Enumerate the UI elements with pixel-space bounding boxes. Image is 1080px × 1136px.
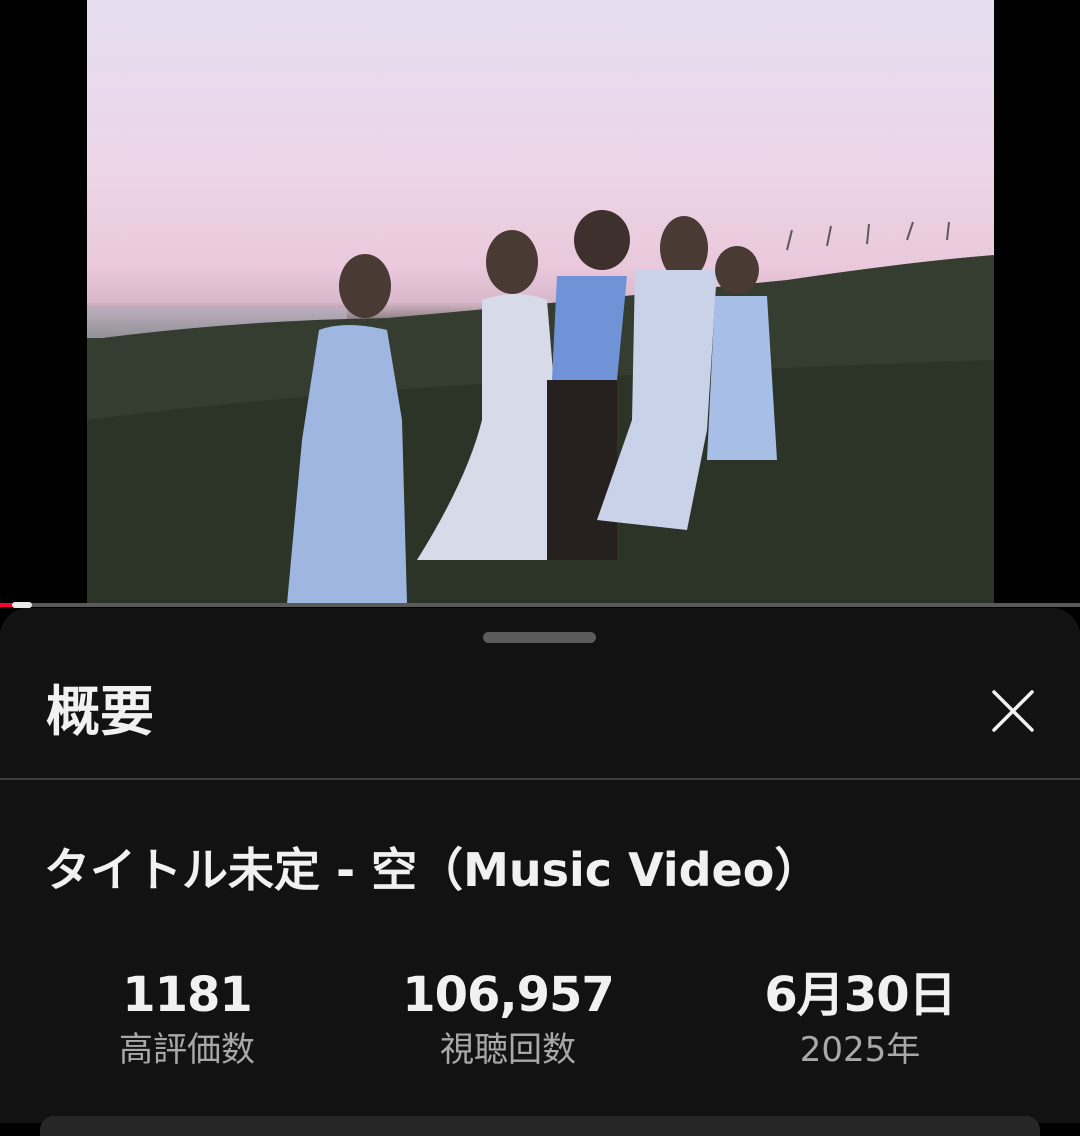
progress-bar[interactable] [0, 602, 1080, 608]
upload-date-stat: 6月30日 2025年 [730, 966, 990, 1072]
video-title: タイトル未定 - 空（Music Video） [44, 843, 821, 897]
close-button[interactable] [982, 680, 1044, 742]
upload-date: 6月30日 [764, 967, 956, 1023]
views-stat: 106,957 視聴回数 [378, 966, 638, 1072]
video-player[interactable] [0, 0, 1080, 608]
description-sheet: 概要 タイトル未定 - 空（Music Video） 1181 高評価数 106… [0, 608, 1080, 1136]
upload-year: 2025年 [799, 1030, 921, 1070]
divider [0, 778, 1080, 780]
close-icon [992, 690, 1034, 732]
likes-count: 1181 [122, 967, 253, 1023]
views-count: 106,957 [402, 967, 615, 1023]
likes-stat: 1181 高評価数 [87, 966, 287, 1072]
video-thumbnail-image [87, 210, 994, 604]
views-label: 視聴回数 [440, 1030, 576, 1070]
video-frame[interactable] [87, 0, 994, 604]
drag-handle[interactable] [483, 632, 596, 643]
likes-label: 高評価数 [119, 1030, 255, 1070]
description-card-edge [40, 1116, 1040, 1136]
sheet-title: 概要 [46, 680, 154, 743]
